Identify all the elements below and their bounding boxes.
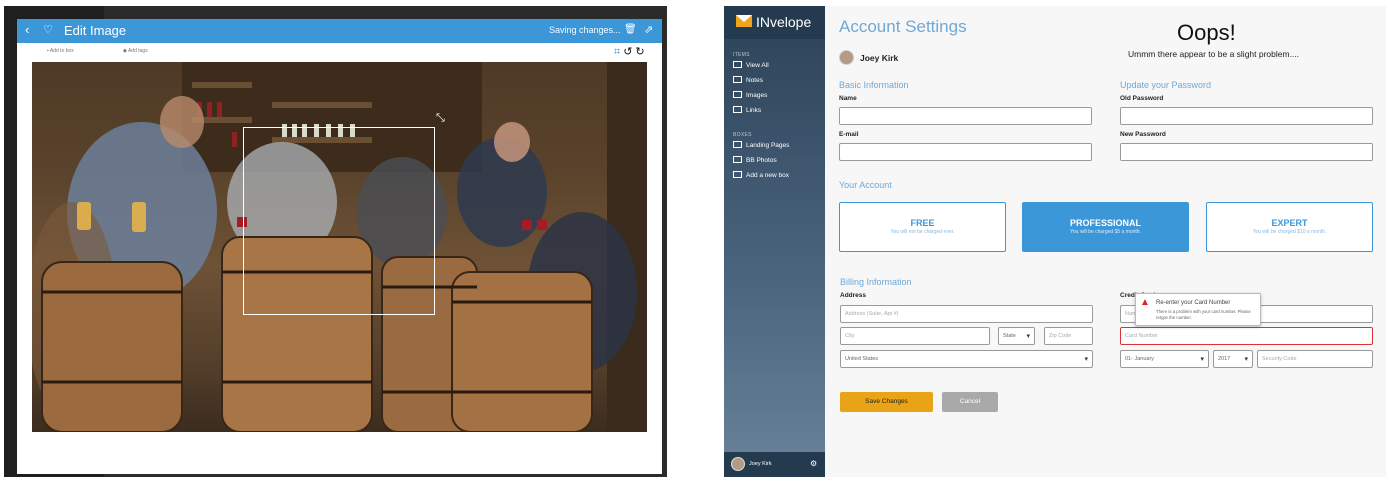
country-select[interactable]: United States (840, 350, 1093, 368)
add-tags-link[interactable]: ◆ Add tags (123, 48, 148, 54)
add-to-box-label: Add to box (49, 48, 74, 54)
crop-selection[interactable] (243, 127, 435, 315)
old-password-label: Old Password (1120, 95, 1164, 102)
address-field[interactable]: Address (Suite, Apt #) (840, 305, 1093, 323)
email-field[interactable] (839, 143, 1092, 161)
plan-name: EXPERT (1271, 218, 1308, 228)
chevron-left-icon[interactable]: ‹ (25, 22, 29, 37)
plan-professional[interactable]: PROFESSIONAL You will be charged $5 a mo… (1022, 202, 1189, 252)
inbox-icon (733, 141, 742, 148)
plan-free[interactable]: FREE You will not be charged ever. (839, 202, 1006, 252)
image-icon (733, 91, 742, 98)
inbox-icon (733, 156, 742, 163)
plan-expert[interactable]: EXPERT You will be charged $10 a month. (1206, 202, 1373, 252)
rotate-left-icon[interactable]: ↺ (623, 46, 635, 58)
sidebar-item-landing-pages[interactable]: Landing Pages (733, 141, 789, 149)
avatar (839, 50, 854, 65)
add-to-box-link[interactable]: ▪ Add to box (47, 48, 74, 54)
user-name: Joey Kirk (860, 53, 899, 63)
add-tags-label: Add tags (127, 48, 148, 54)
name-label: Name (839, 95, 857, 102)
sidebar: INvelope ITEMS View All Notes Images Lin… (724, 6, 825, 477)
editor-header: ‹ ♡ Edit Image Saving changes... 🗑 ⇗ (17, 19, 662, 43)
page-title: Account Settings (839, 17, 967, 36)
billing-heading: Billing Information (840, 277, 912, 287)
note-icon (733, 76, 742, 83)
warning-icon: ▲ (1140, 297, 1150, 308)
cancel-button[interactable]: Cancel (942, 392, 998, 412)
card-error-tooltip: ▲ Re-enter your Card Number There is a p… (1135, 293, 1261, 326)
sidebar-item-label: Links (746, 107, 762, 114)
editor-subbar: ▪ Add to box ◆ Add tags ⌗↺↻ (17, 43, 662, 63)
sidebar-item-view-all[interactable]: View All (733, 61, 769, 69)
sidebar-item-label: Notes (746, 77, 763, 84)
sidebar-heading-boxes: BOXES (733, 132, 752, 138)
link-icon (733, 106, 742, 113)
security-code-field[interactable]: Security Code (1257, 350, 1373, 368)
error-title: Oops! (1177, 20, 1236, 45)
sidebar-item-label: BB Photos (746, 157, 777, 164)
plan-name: FREE (910, 218, 935, 228)
state-select[interactable]: State (998, 327, 1035, 345)
new-password-field[interactable] (1120, 143, 1373, 161)
sidebar-user[interactable]: Joey Kirk ⚙ (724, 452, 825, 477)
envelope-icon (736, 15, 752, 27)
plan-desc: You will not be charged ever. (890, 229, 955, 235)
brand-header: INvelope (724, 6, 825, 39)
sidebar-user-name: Joey Kirk (749, 461, 772, 467)
page-title: Edit Image (64, 23, 127, 38)
expiry-month-select[interactable]: 01- January (1120, 350, 1209, 368)
heart-icon[interactable]: ♡ (43, 23, 53, 36)
name-field[interactable] (839, 107, 1092, 125)
gear-icon[interactable]: ⚙ (810, 459, 817, 468)
crop-icon[interactable]: ⌗ (614, 46, 623, 58)
plan-desc: You will be charged $5 a month. (1070, 229, 1141, 235)
invelope-app: INvelope ITEMS View All Notes Images Lin… (724, 6, 1386, 477)
sidebar-item-label: Landing Pages (746, 142, 790, 149)
grid-icon (733, 61, 742, 68)
sidebar-item-add-box[interactable]: Add a new box (733, 171, 789, 179)
sidebar-item-notes[interactable]: Notes (733, 76, 763, 84)
editable-photo[interactable]: ⤡ (32, 62, 647, 432)
tooltip-message: There is a problem with your card number… (1156, 309, 1251, 320)
edit-image-panel: ‹ ♡ Edit Image Saving changes... 🗑 ⇗ ▪ A… (17, 19, 662, 474)
sidebar-item-images[interactable]: Images (733, 91, 767, 99)
save-status: Saving changes... (549, 25, 621, 35)
sidebar-item-bb-photos[interactable]: BB Photos (733, 156, 777, 164)
share-icon[interactable]: ⇗ (644, 23, 653, 36)
editor-window: ‹ ♡ Edit Image Saving changes... 🗑 ⇗ ▪ A… (4, 6, 667, 477)
brand-name: INvelope (756, 14, 812, 30)
resize-handle-icon[interactable]: ⤡ (436, 112, 445, 125)
password-heading: Update your Password (1120, 80, 1212, 90)
save-changes-button[interactable]: Save Changes (840, 392, 933, 412)
address-label: Address (840, 292, 867, 299)
account-settings-main: Account Settings Oops! Ummm there appear… (825, 6, 1386, 477)
sidebar-item-label: View All (746, 62, 769, 69)
expiry-year-select[interactable]: 2017 (1213, 350, 1253, 368)
plan-name: PROFESSIONAL (1069, 218, 1141, 228)
plus-box-icon (733, 171, 742, 178)
rotate-right-icon[interactable]: ↻ (635, 46, 647, 58)
sidebar-item-label: Add a new box (746, 172, 790, 179)
sidebar-item-links[interactable]: Links (733, 106, 761, 114)
email-label: E-mail (839, 131, 859, 138)
new-password-label: New Password (1120, 131, 1166, 138)
card-number-field[interactable]: Card Number (1120, 327, 1373, 345)
tooltip-title: Re-enter your Card Number (1156, 300, 1231, 306)
image-tools: ⌗↺↻ (614, 45, 648, 59)
old-password-field[interactable] (1120, 107, 1373, 125)
sidebar-heading-items: ITEMS (733, 52, 750, 58)
city-field[interactable]: City (840, 327, 990, 345)
basic-info-heading: Basic Information (839, 80, 909, 90)
avatar (731, 457, 745, 471)
zip-field[interactable]: Zip Code (1044, 327, 1093, 345)
plan-desc: You will be charged $10 a month. (1252, 229, 1327, 235)
error-message: Ummm there appear to be a slight problem… (1128, 49, 1300, 59)
sidebar-item-label: Images (746, 92, 768, 99)
trash-icon[interactable]: 🗑 (624, 24, 637, 35)
account-heading: Your Account (839, 180, 892, 190)
